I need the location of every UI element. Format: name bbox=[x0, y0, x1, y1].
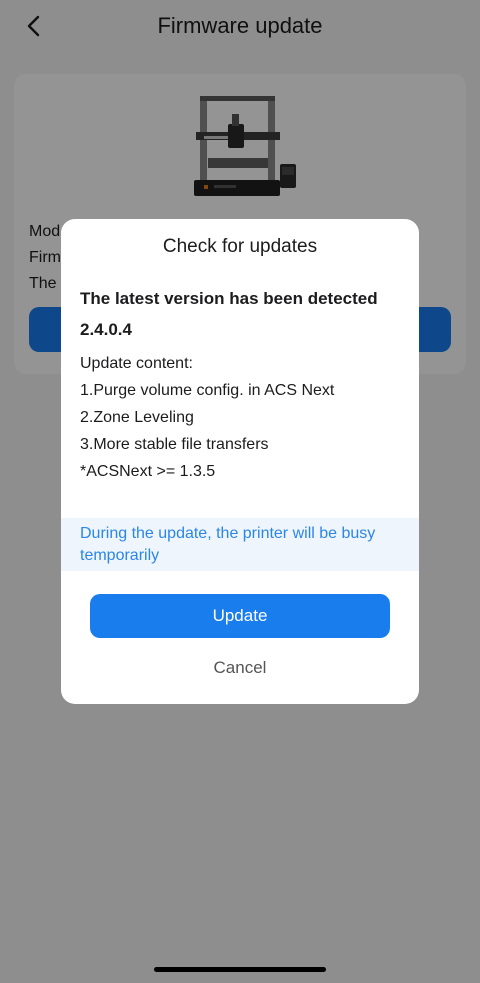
update-content-requirement: *ACSNext >= 1.3.5 bbox=[80, 463, 216, 480]
update-content-item: 3.More stable file transfers bbox=[80, 436, 269, 453]
notice-text: During the update, the printer will be b… bbox=[80, 525, 376, 564]
update-content-heading: Update content: bbox=[80, 355, 193, 372]
update-dialog: Check for updates The latest version has… bbox=[61, 219, 419, 704]
notice-box: During the update, the printer will be b… bbox=[61, 518, 419, 571]
dialog-title: Check for updates bbox=[162, 236, 318, 257]
update-content-item: 1.Purge volume config. in ACS Next bbox=[80, 382, 335, 399]
version-number: 2.4.0.4 bbox=[80, 320, 132, 339]
update-content-item: 2.Zone Leveling bbox=[80, 409, 194, 426]
home-indicator bbox=[154, 967, 326, 972]
detected-text: The latest version has been detected bbox=[80, 289, 378, 308]
cancel-button[interactable]: Cancel bbox=[90, 652, 390, 684]
update-button[interactable]: Update bbox=[90, 594, 390, 638]
